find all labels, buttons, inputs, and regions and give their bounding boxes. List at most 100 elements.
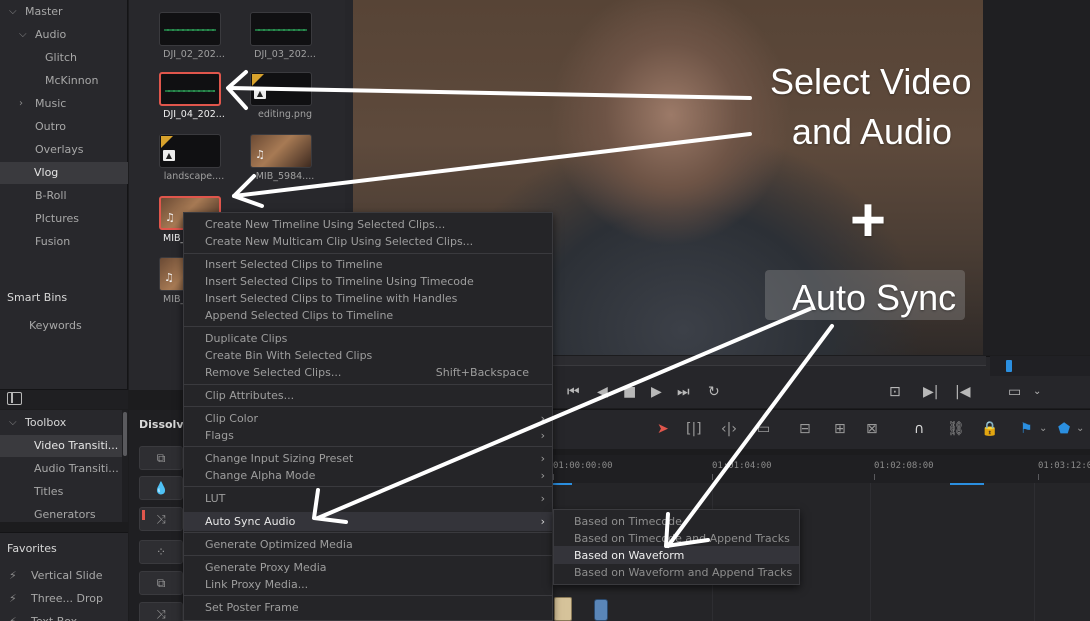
menu-separator — [184, 326, 552, 327]
playhead-marker[interactable] — [1006, 360, 1012, 372]
submenu-item-waveform[interactable]: Based on Waveform — [574, 547, 684, 564]
chevron-down-icon[interactable]: ⌄ — [1033, 382, 1041, 402]
menu-item-link-proxy[interactable]: Link Proxy Media... — [205, 576, 545, 593]
menu-item-label: Flags — [205, 429, 234, 442]
menu-item-create-bin[interactable]: Create Bin With Selected Clips — [205, 347, 545, 364]
blade-tool-icon[interactable]: ▭ — [757, 420, 770, 438]
effect-tile[interactable]: 💧 — [139, 476, 183, 500]
bin-label: PIctures — [35, 212, 79, 225]
menu-item-create-timeline[interactable]: Create New Timeline Using Selected Clips… — [205, 216, 545, 233]
menu-item-proxy-media[interactable]: Generate Proxy Media — [205, 559, 545, 576]
toolbox-titles[interactable]: Titles — [34, 481, 63, 503]
effect-tile[interactable]: ⁘ — [139, 540, 183, 564]
effect-tile[interactable]: ⧉ — [139, 571, 183, 595]
menu-item-alpha-mode[interactable]: Change Alpha Mode › — [205, 467, 545, 484]
menu-separator — [184, 555, 552, 556]
dynamic-trim-icon[interactable]: ‹|› — [721, 420, 737, 438]
match-frame-icon[interactable]: ⊡ — [889, 382, 901, 402]
bin-audio[interactable]: ⌵ Audio — [19, 24, 66, 46]
stop-icon[interactable]: ■ — [623, 382, 636, 402]
play-icon[interactable]: ▶ — [651, 382, 662, 402]
bin-fusion[interactable]: Fusion — [35, 231, 70, 253]
menu-item-lut[interactable]: LUT › — [205, 490, 545, 507]
bin-glitch[interactable]: Glitch — [45, 47, 77, 69]
link-icon[interactable]: ⛓ — [947, 420, 965, 438]
toolbox-generators[interactable]: Generators — [34, 504, 96, 526]
menu-item-append-clips[interactable]: Append Selected Clips to Timeline — [205, 307, 545, 324]
bin-vlog[interactable]: Vlog — [0, 162, 128, 184]
menu-item-duplicate-clips[interactable]: Duplicate Clips — [205, 330, 545, 347]
menu-item-flags[interactable]: Flags › — [205, 427, 545, 444]
smart-bin-keywords[interactable]: Keywords — [29, 319, 82, 332]
clip-thumbnail[interactable]: ▲ editing.png — [250, 72, 312, 120]
menu-item-remove-clips[interactable]: Remove Selected Clips... Shift+Backspace — [205, 364, 545, 381]
bin-b-roll[interactable]: B-Roll — [35, 185, 67, 207]
menu-item-input-sizing[interactable]: Change Input Sizing Preset › — [205, 450, 545, 467]
submenu-item-waveform-append[interactable]: Based on Waveform and Append Tracks — [574, 564, 792, 581]
bin-outro[interactable]: Outro — [35, 116, 66, 138]
overwrite-clip-icon[interactable]: ⊞ — [834, 420, 846, 438]
previous-edit-icon[interactable]: |◀ — [955, 382, 970, 402]
clip-thumbnail[interactable]: ▲ landscape.... — [159, 134, 224, 182]
bin-pictures[interactable]: PIctures — [35, 208, 79, 230]
viewer-size-icon[interactable]: ▭ — [1008, 382, 1021, 402]
menu-item-auto-sync-audio[interactable]: Auto Sync Audio › — [205, 513, 545, 530]
menu-item-poster-frame[interactable]: Set Poster Frame — [205, 599, 545, 616]
insert-clip-icon[interactable]: ⊟ — [799, 420, 811, 438]
toolbox-title: Toolbox — [25, 416, 67, 429]
chevron-down-icon[interactable]: ⌄ — [1076, 420, 1084, 438]
bin-master[interactable]: ⌵ Master — [9, 1, 63, 23]
viewer-scrubber[interactable] — [552, 356, 986, 366]
favorite-item[interactable]: Text Box — [31, 611, 77, 621]
annotation-and-audio: and Audio — [791, 111, 953, 152]
menu-item-clip-color[interactable]: Clip Color › — [205, 410, 545, 427]
effect-tile[interactable]: ⤨ — [139, 602, 183, 621]
bin-music[interactable]: › Music — [19, 93, 67, 115]
menu-item-create-multicam[interactable]: Create New Multicam Clip Using Selected … — [205, 233, 545, 250]
timeline-clip[interactable] — [594, 599, 608, 621]
go-to-end-icon[interactable]: ⏭ — [677, 382, 690, 402]
clip-thumbnail-selected[interactable]: DJI_04_202... — [159, 72, 225, 120]
toolbox-scroll-thumb[interactable] — [123, 412, 127, 456]
timeline-ruler[interactable] — [552, 455, 1090, 483]
effect-tile[interactable]: ⤨ — [139, 507, 183, 531]
chevron-down-icon[interactable]: ⌄ — [1039, 420, 1047, 438]
clip-thumbnail[interactable]: DJI_02_202... — [159, 12, 225, 60]
favorite-item[interactable]: Three... Drop — [31, 588, 103, 610]
selection-tool-icon[interactable]: ➤ — [657, 420, 669, 438]
toolbox-audio-transitions[interactable]: Audio Transiti... — [34, 458, 119, 480]
step-back-icon[interactable]: ◀ — [597, 382, 608, 402]
bin-label: Glitch — [45, 51, 77, 64]
lock-icon[interactable]: 🔒 — [981, 420, 998, 438]
bin-label: McKinnon — [45, 74, 99, 87]
marker-icon[interactable]: ⬟ — [1058, 420, 1070, 438]
menu-item-insert-timecode[interactable]: Insert Selected Clips to Timeline Using … — [205, 273, 545, 290]
timeline-clip[interactable] — [554, 597, 572, 621]
go-to-start-icon[interactable]: ⏮ — [567, 382, 580, 402]
bin-mckinnon[interactable]: McKinnon — [45, 70, 98, 92]
chevron-right-icon: › — [540, 452, 545, 465]
favorite-item[interactable]: Vertical Slide — [31, 565, 103, 587]
submenu-item-timecode[interactable]: Based on Timecode — [574, 513, 682, 530]
replace-clip-icon[interactable]: ⊠ — [866, 420, 878, 438]
submenu-item-timecode-append[interactable]: Based on Timecode and Append Tracks — [574, 530, 790, 547]
toolbox-header[interactable]: ⌵ Toolbox — [9, 412, 67, 434]
menu-item-insert-clips[interactable]: Insert Selected Clips to Timeline — [205, 256, 545, 273]
loop-icon[interactable]: ↻ — [708, 382, 720, 402]
menu-item-optimized-media[interactable]: Generate Optimized Media — [205, 536, 545, 553]
bin-overlays[interactable]: Overlays — [35, 139, 84, 161]
toolbox-video-transitions[interactable]: Video Transiti... — [0, 435, 122, 457]
menu-item-clip-attributes[interactable]: Clip Attributes... — [205, 387, 545, 404]
clip-thumbnail[interactable]: DJI_03_202... — [250, 12, 316, 60]
next-edit-icon[interactable]: ▶| — [923, 382, 938, 402]
trim-tool-icon[interactable]: [|] — [686, 420, 702, 438]
snapping-icon[interactable]: ∩ — [914, 420, 924, 438]
bin-label: Music — [35, 97, 67, 110]
flag-icon[interactable]: ⚑ — [1020, 420, 1033, 438]
clip-thumbnail[interactable]: ♫ MIB_5984.... — [250, 134, 314, 182]
effect-tile[interactable]: ⧉ — [139, 446, 183, 470]
chevron-right-icon: › — [540, 412, 545, 425]
menu-item-insert-handles[interactable]: Insert Selected Clips to Timeline with H… — [205, 290, 545, 307]
ruler-tick — [1038, 474, 1039, 480]
panel-toggle-icon[interactable] — [7, 392, 22, 405]
